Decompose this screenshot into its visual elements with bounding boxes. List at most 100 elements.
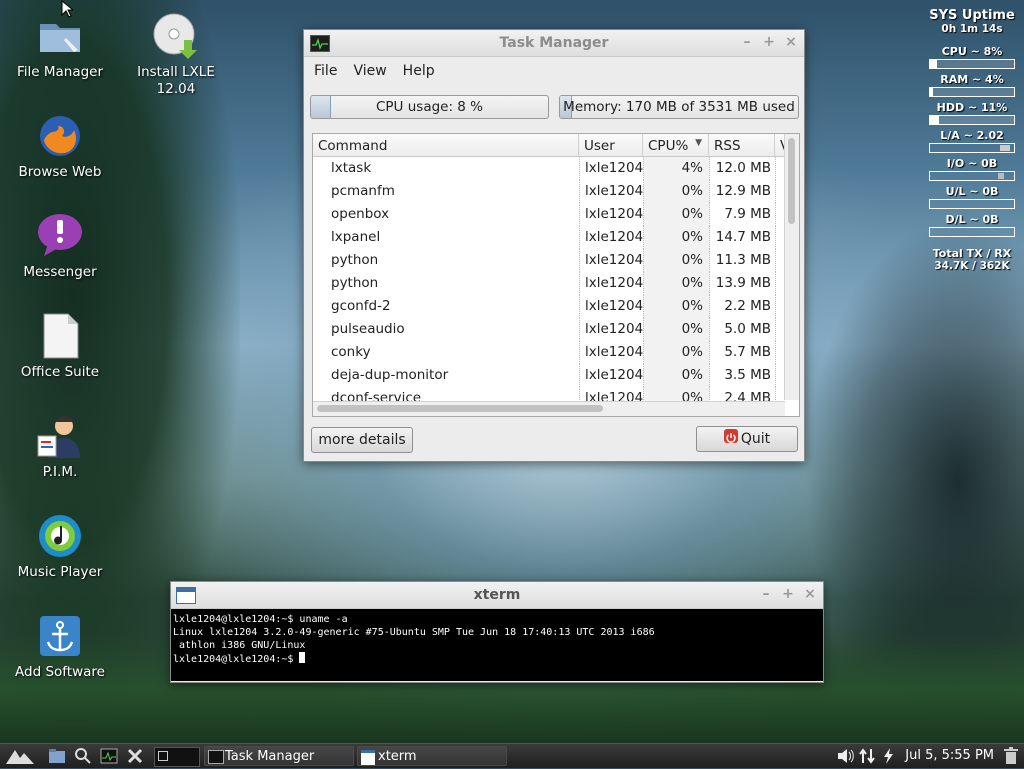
cell-rss: 14.7 MB (709, 226, 775, 249)
column-header-rss[interactable]: RSS (709, 134, 775, 156)
menu-bar: File View Help (304, 57, 804, 87)
conky-cpu-bar (929, 59, 1015, 69)
trash-icon[interactable] (1002, 747, 1020, 765)
terminal-output[interactable]: lxle1204@lxle1204:~$ uname -a Linux lxle1… (171, 609, 823, 681)
desktop-icon-office-suite[interactable]: Office Suite (10, 312, 110, 381)
cell-cpu: 0% (643, 318, 709, 341)
desktop-icon-label: Add Software (15, 664, 105, 680)
more-details-button[interactable]: more details (311, 427, 413, 453)
column-header-command[interactable]: Command (313, 134, 579, 156)
menu-view[interactable]: View (347, 61, 396, 87)
table-row[interactable]: lxtask lxle1204 4% 12.0 MB (313, 157, 799, 180)
horizontal-scrollbar[interactable] (313, 401, 785, 416)
start-menu-icon[interactable] (4, 747, 40, 765)
window-title: xterm (473, 587, 521, 603)
search-launcher-icon[interactable] (74, 747, 92, 765)
maximize-button[interactable]: + (781, 587, 795, 601)
conky-upload: U/L ~ 0B (945, 185, 999, 198)
menu-file[interactable]: File (308, 61, 347, 87)
table-row[interactable]: pulseaudio lxle1204 0% 5.0 MB (313, 318, 799, 341)
desktop-icon-music-player[interactable]: Music Player (10, 512, 110, 581)
table-row[interactable]: python lxle1204 0% 13.9 MB (313, 272, 799, 295)
file-manager-launcher-icon[interactable] (48, 747, 66, 765)
close-button[interactable]: × (784, 35, 798, 49)
music-player-icon (36, 512, 84, 560)
volume-icon[interactable] (836, 747, 854, 765)
task-manager-launcher-icon[interactable] (100, 747, 118, 765)
desktop-icon-file-manager[interactable]: File Manager (10, 12, 110, 81)
cell-command: python (331, 252, 379, 268)
conky-io: I/O ~ 0B (946, 157, 998, 170)
cell-command: openbox (331, 206, 390, 222)
table-row[interactable]: conky lxle1204 0% 5.7 MB (313, 341, 799, 364)
table-row[interactable]: openbox lxle1204 0% 7.9 MB (313, 203, 799, 226)
cell-cpu: 0% (643, 249, 709, 272)
maximize-button[interactable]: + (762, 35, 776, 49)
desktop-icon-pim[interactable]: P.I.M. (10, 412, 110, 481)
vertical-scroll-thumb[interactable] (788, 138, 795, 224)
close-button[interactable]: × (803, 587, 817, 601)
cell-rss: 5.0 MB (709, 318, 775, 341)
desktop-icon-messenger[interactable]: Messenger (10, 212, 110, 281)
table-row[interactable]: python lxle1204 0% 11.3 MB (313, 249, 799, 272)
conky-ram: RAM ~ 4% (940, 73, 1004, 86)
cell-user: lxle1204 (579, 272, 643, 295)
cell-rss: 3.5 MB (709, 364, 775, 387)
minimize-button[interactable]: – (759, 587, 773, 601)
cell-user: lxle1204 (579, 226, 643, 249)
column-header-user[interactable]: User (579, 134, 643, 156)
clock[interactable]: Jul 5, 5:55 PM (905, 748, 994, 763)
conky-hdd: HDD ~ 11% (936, 101, 1008, 114)
column-header-cpu[interactable]: CPU% ▼ (643, 134, 709, 156)
terminal-prompt: lxle1204@lxle1204:~$ (173, 654, 300, 665)
table-row[interactable]: deja-dup-monitor lxle1204 0% 3.5 MB (313, 364, 799, 387)
cell-user: lxle1204 (579, 249, 643, 272)
window-title: Task Manager (499, 35, 609, 51)
table-row[interactable]: lxpanel lxle1204 0% 14.7 MB (313, 226, 799, 249)
task-manager-titlebar[interactable]: Task Manager – + × (304, 30, 804, 57)
menu-help[interactable]: Help (397, 61, 445, 87)
conky-io-graph (929, 171, 1015, 181)
table-row[interactable]: gconfd-2 lxle1204 0% 2.2 MB (313, 295, 799, 318)
messenger-icon (36, 212, 84, 260)
column-header-cpu-label: CPU% (648, 138, 689, 154)
cell-cpu: 0% (643, 364, 709, 387)
cell-rss: 13.9 MB (709, 272, 775, 295)
cell-rss: 11.3 MB (709, 249, 775, 272)
xterm-titlebar[interactable]: xterm – + × (171, 582, 823, 609)
horizontal-scroll-thumb[interactable] (317, 405, 603, 412)
quit-button[interactable]: Quit (696, 426, 798, 452)
conky-load-average: L/A ~ 2.02 (940, 129, 1004, 142)
desktop-icon-add-software[interactable]: Add Software (10, 612, 110, 681)
settings-launcher-icon[interactable] (126, 747, 144, 765)
conky-title: SYS Uptime (929, 8, 1015, 23)
cell-user: lxle1204 (579, 341, 643, 364)
desktop-icon-label: P.I.M. (42, 464, 78, 480)
cell-rss: 2.2 MB (709, 295, 775, 318)
taskbar-item-xterm[interactable]: xterm (357, 746, 507, 766)
conky-cpu: CPU ~ 8% (941, 45, 1003, 58)
mouse-pointer-icon (61, 0, 75, 22)
task-manager-app-icon (310, 35, 330, 52)
network-icon[interactable] (858, 747, 876, 765)
xterm-window: xterm – + × lxle1204@lxle1204:~$ uname -… (170, 581, 824, 683)
task-manager-window: Task Manager – + × File View Help CPU us… (303, 29, 805, 462)
process-list: lxtask lxle1204 4% 12.0 MB pcmanfm lxle1204 0%… (313, 157, 799, 410)
workspace-switcher[interactable] (154, 747, 200, 767)
cell-cpu: 0% (643, 180, 709, 203)
desktop-icon-install-lxle[interactable]: Install LXLE 12.04 (126, 12, 226, 98)
minimize-button[interactable]: – (740, 35, 754, 49)
conky-ram-bar (929, 87, 1015, 97)
vertical-scrollbar[interactable] (784, 134, 799, 400)
table-row[interactable]: pcmanfm lxle1204 0% 12.9 MB (313, 180, 799, 203)
power-plug-icon[interactable] (880, 747, 898, 765)
cell-command: conky (331, 344, 371, 360)
desktop-icon-browse-web[interactable]: Browse Web (10, 112, 110, 181)
memory-usage-bar: Memory: 170 MB of 3531 MB used (559, 95, 799, 119)
desktop-icon-label: Music Player (17, 564, 103, 580)
cell-command: python (331, 275, 379, 291)
folder-icon (36, 12, 84, 60)
taskbar-item-task-manager[interactable]: Task Manager (204, 746, 354, 766)
taskbar-item-label: xterm (378, 749, 417, 764)
conky-download: D/L ~ 0B (945, 213, 999, 226)
